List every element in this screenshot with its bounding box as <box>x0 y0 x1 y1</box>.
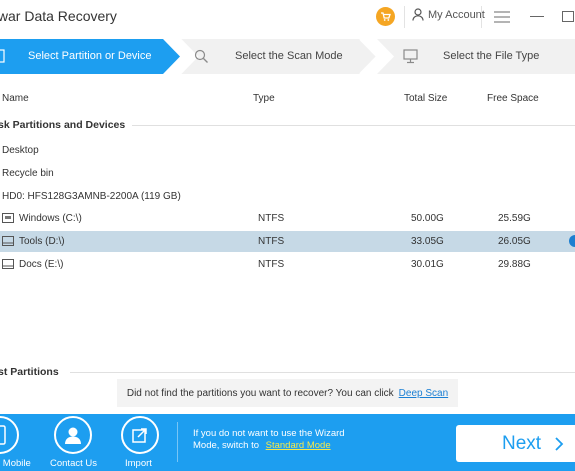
cart-icon[interactable] <box>376 7 395 26</box>
disk-name: HD0: HFS128G3AMNB-2200A (119 GB) <box>2 191 181 202</box>
partition-free-space: 25.59G <box>498 213 531 224</box>
mobile-button[interactable] <box>0 416 19 454</box>
my-account-label: My Account <box>428 8 485 21</box>
wizard-hint-text: Mode, switch to <box>193 440 259 451</box>
title-bar: twar Data Recovery My Account <box>0 0 575 36</box>
selected-check-icon <box>569 235 575 247</box>
notice-text: Did not find the partitions you want to … <box>126 387 394 399</box>
wizard-hint-line2: Mode, switch to Standard Mode <box>193 440 345 452</box>
column-total-size[interactable]: Total Size <box>404 93 447 104</box>
partition-free-space: 29.88G <box>498 259 531 270</box>
location-row-desktop[interactable]: Desktop <box>0 140 575 161</box>
os-drive-icon <box>2 213 14 223</box>
section-divider <box>132 125 575 126</box>
wizard-hint-line1: If you do not want to use the Wizard <box>193 428 345 439</box>
minimize-button[interactable] <box>530 16 544 17</box>
step-select-partition[interactable]: Select Partition or Device <box>28 50 152 62</box>
next-button[interactable]: Next <box>456 425 575 462</box>
partition-row-selected[interactable]: Tools (D:\) NTFS 33.05G 26.05G <box>0 231 575 252</box>
location-name: Recycle bin <box>2 168 54 179</box>
maximize-button[interactable] <box>562 11 574 22</box>
disk-row[interactable]: HD0: HFS128G3AMNB-2200A (119 GB) <box>0 186 575 207</box>
menu-icon[interactable] <box>494 11 510 23</box>
step-file-type[interactable]: Select the File Type <box>443 50 539 62</box>
contact-us-button[interactable] <box>54 416 92 454</box>
deep-scan-notice: Did not find the partitions you want to … <box>117 379 458 407</box>
partition-type: NTFS <box>258 213 285 224</box>
drive-icon <box>2 259 14 269</box>
section-disk-partitions: sk Partitions and Devices <box>0 119 126 131</box>
partition-icon <box>0 49 5 63</box>
section-lost-partitions: st Partitions <box>0 366 59 378</box>
user-icon <box>412 8 424 21</box>
partition-row[interactable]: Windows (C:\) NTFS 50.00G 25.59G <box>0 208 575 229</box>
import-button[interactable] <box>121 416 159 454</box>
partition-row[interactable]: Docs (E:\) NTFS 30.01G 29.88G <box>0 254 575 275</box>
search-icon <box>194 49 208 63</box>
section-divider <box>70 372 575 373</box>
mobile-icon <box>0 425 6 445</box>
title-divider <box>481 6 482 28</box>
partition-total-size: 33.05G <box>411 236 444 247</box>
app-title: twar Data Recovery <box>0 8 117 24</box>
standard-mode-link[interactable]: Standard Mode <box>266 440 331 451</box>
chevron-right-icon <box>555 436 564 451</box>
my-account-button[interactable]: My Account <box>412 8 485 21</box>
import-label: Import <box>125 458 152 469</box>
wizard-hint: If you do not want to use the Wizard Mod… <box>193 428 345 452</box>
partition-name: Windows (C:\) <box>19 213 82 224</box>
partition-type: NTFS <box>258 236 285 247</box>
location-row-recycle-bin[interactable]: Recycle bin <box>0 163 575 184</box>
partition-name: Docs (E:\) <box>19 259 64 270</box>
deep-scan-link[interactable]: Deep Scan <box>399 388 448 399</box>
user-icon <box>65 427 81 444</box>
partition-name: Tools (D:\) <box>19 236 65 247</box>
step-wizard: Select Partition or Device Select the Sc… <box>0 39 575 74</box>
column-free-space[interactable]: Free Space <box>487 93 539 104</box>
footer-divider <box>177 422 178 462</box>
column-name[interactable]: Name <box>2 93 29 104</box>
partition-total-size: 30.01G <box>411 259 444 270</box>
title-divider <box>404 6 405 28</box>
contact-us-label: Contact Us <box>50 458 97 469</box>
location-name: Desktop <box>2 145 39 156</box>
step-scan-mode[interactable]: Select the Scan Mode <box>235 50 343 62</box>
column-type[interactable]: Type <box>253 93 275 104</box>
partition-type: NTFS <box>258 259 285 270</box>
footer-bar: r Mobile Contact Us Import If you do not… <box>0 414 575 471</box>
partition-total-size: 50.00G <box>411 213 444 224</box>
import-icon <box>132 428 147 443</box>
monitor-icon <box>403 49 418 64</box>
partition-free-space: 26.05G <box>498 236 531 247</box>
mobile-label: r Mobile <box>0 458 31 469</box>
drive-icon <box>2 236 14 246</box>
next-label: Next <box>502 432 542 454</box>
